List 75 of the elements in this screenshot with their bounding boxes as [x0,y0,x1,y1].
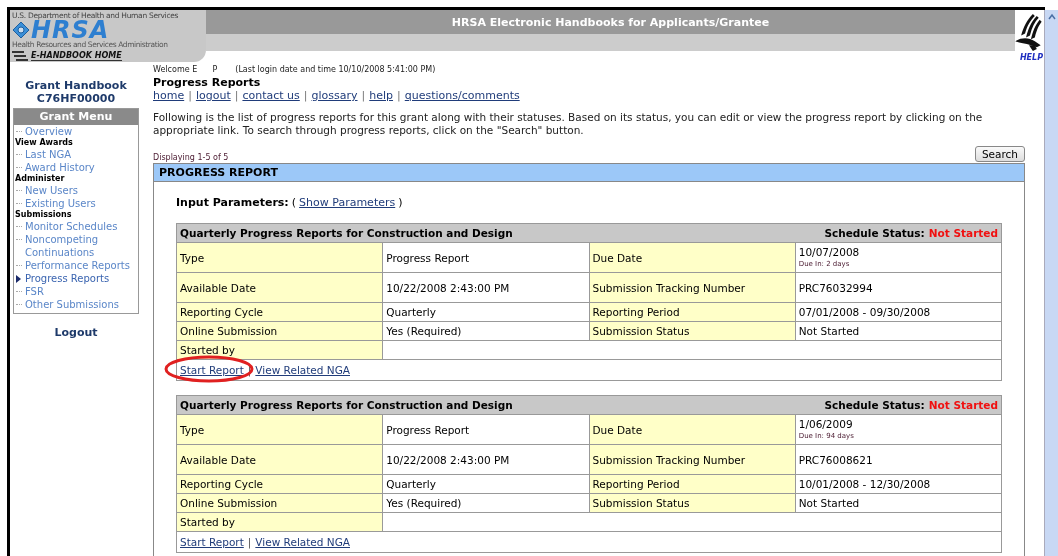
parameters-label: Input Parameters: [176,196,289,209]
page-title: Progress Reports [153,76,262,89]
field-value: 10/07/2008 [798,245,861,258]
report-title: Quarterly Progress Reports for Construction and Design [180,227,513,239]
paren: ( [291,196,297,209]
separator: | [397,89,401,102]
panel-title-bar: PROGRESS REPORT [154,164,1024,182]
menu-section-heading: View Awards [14,138,74,148]
logo-text: HRSA [31,20,110,40]
menu-item[interactable]: Overview [22,125,73,138]
nav-link[interactable]: questions/comments [404,89,520,102]
view-nga-link[interactable]: View Related NGA [255,364,350,376]
diamond-emblem-icon [12,21,30,39]
show-parameters-link[interactable]: Show Parameters [299,196,396,209]
search-button[interactable]: Search [974,146,1025,162]
menu-item[interactable]: New Users [22,184,78,197]
field-value: 10/22/2008 2:43:00 PM [382,444,589,475]
intro-paragraph: Following is the list of progress reports for this grant along with their statuses. Based on its status, you can edit or view the progress report by clicking on the appropriate link. To search through progress reports, click on the "Search" button. [153,111,984,137]
welcome-text: Welcome E P [153,65,218,74]
nav-link[interactable]: contact us [242,89,300,102]
separator: | [361,89,366,102]
menu-item[interactable]: Performance Reports [22,259,130,272]
help-link[interactable]: HELP [1019,53,1043,62]
field-value: 1/06/2009 [798,417,854,430]
field-value: PRC76032994 [795,272,1002,303]
app-title: HRSA Electronic Handbooks for Applicants/Grantee [451,15,770,29]
status-value: Not Started [928,399,998,411]
last-login-text: (Last login date and time 10/10/2008 5:41:00 PM) [235,65,436,74]
speed-lines-icon [12,50,28,62]
menu-item[interactable]: Award History [22,161,95,174]
separator: | [303,89,308,102]
record-count: Displaying 1-5 of 5 [153,153,229,162]
field-label: Due Date [589,414,796,445]
handbook-title: Grant Handbook [24,79,128,92]
field-label: Submission Tracking Number [589,444,796,475]
status-label: Schedule Status: [824,227,925,239]
status-value: Not Started [928,227,998,239]
menu-item[interactable]: Last NGA [22,148,72,161]
field-value: 10/22/2008 2:43:00 PM [382,272,589,303]
field-label: Type [176,414,383,445]
menu-item[interactable]: Other Submissions [22,298,119,311]
separator: | [247,536,252,548]
grant-number: C76HF00000 [35,92,117,105]
menu-item[interactable]: FSR [22,285,44,298]
menu-item[interactable]: Progress Reports [22,272,110,285]
report-title: Quarterly Progress Reports for Construction and Design [180,399,513,411]
menu-section-heading: Administer [14,174,66,184]
menu-title: Grant Menu [14,109,138,125]
separator: | [188,89,192,102]
nav-link[interactable]: logout [195,89,231,102]
paren: ) [398,196,403,209]
nav-link[interactable]: glossary [311,89,358,102]
field-label: Available Date [176,444,383,475]
menu-section-heading: Submissions [14,210,73,220]
eagle-logo-icon [1013,12,1043,53]
view-nga-link[interactable]: View Related NGA [255,536,350,548]
field-value: Progress Report [382,414,589,445]
menu-item[interactable]: Noncompeting Continuations [22,233,138,259]
status-label: Schedule Status: [824,399,925,411]
start-report-link[interactable]: Start Report [180,364,244,376]
nav-link[interactable]: help [369,89,394,102]
field-value: PRC76008621 [795,444,1002,475]
menu-item[interactable]: Monitor Schedules [22,220,118,233]
field-value: Progress Report [382,242,589,273]
field-label: Submission Tracking Number [589,272,796,303]
field-label: Available Date [176,272,383,303]
field-label: Due Date [589,242,796,273]
menu-item[interactable]: Existing Users [22,197,96,210]
field-label: Type [176,242,383,273]
logout-link[interactable]: Logout [13,326,139,339]
start-report-link[interactable]: Start Report [180,536,244,548]
separator: | [234,89,239,102]
handbook-home-link[interactable]: E-HANDBOOK HOME [31,51,122,61]
scrollbar[interactable] [1044,10,1058,556]
nav-link[interactable]: home [153,89,185,102]
